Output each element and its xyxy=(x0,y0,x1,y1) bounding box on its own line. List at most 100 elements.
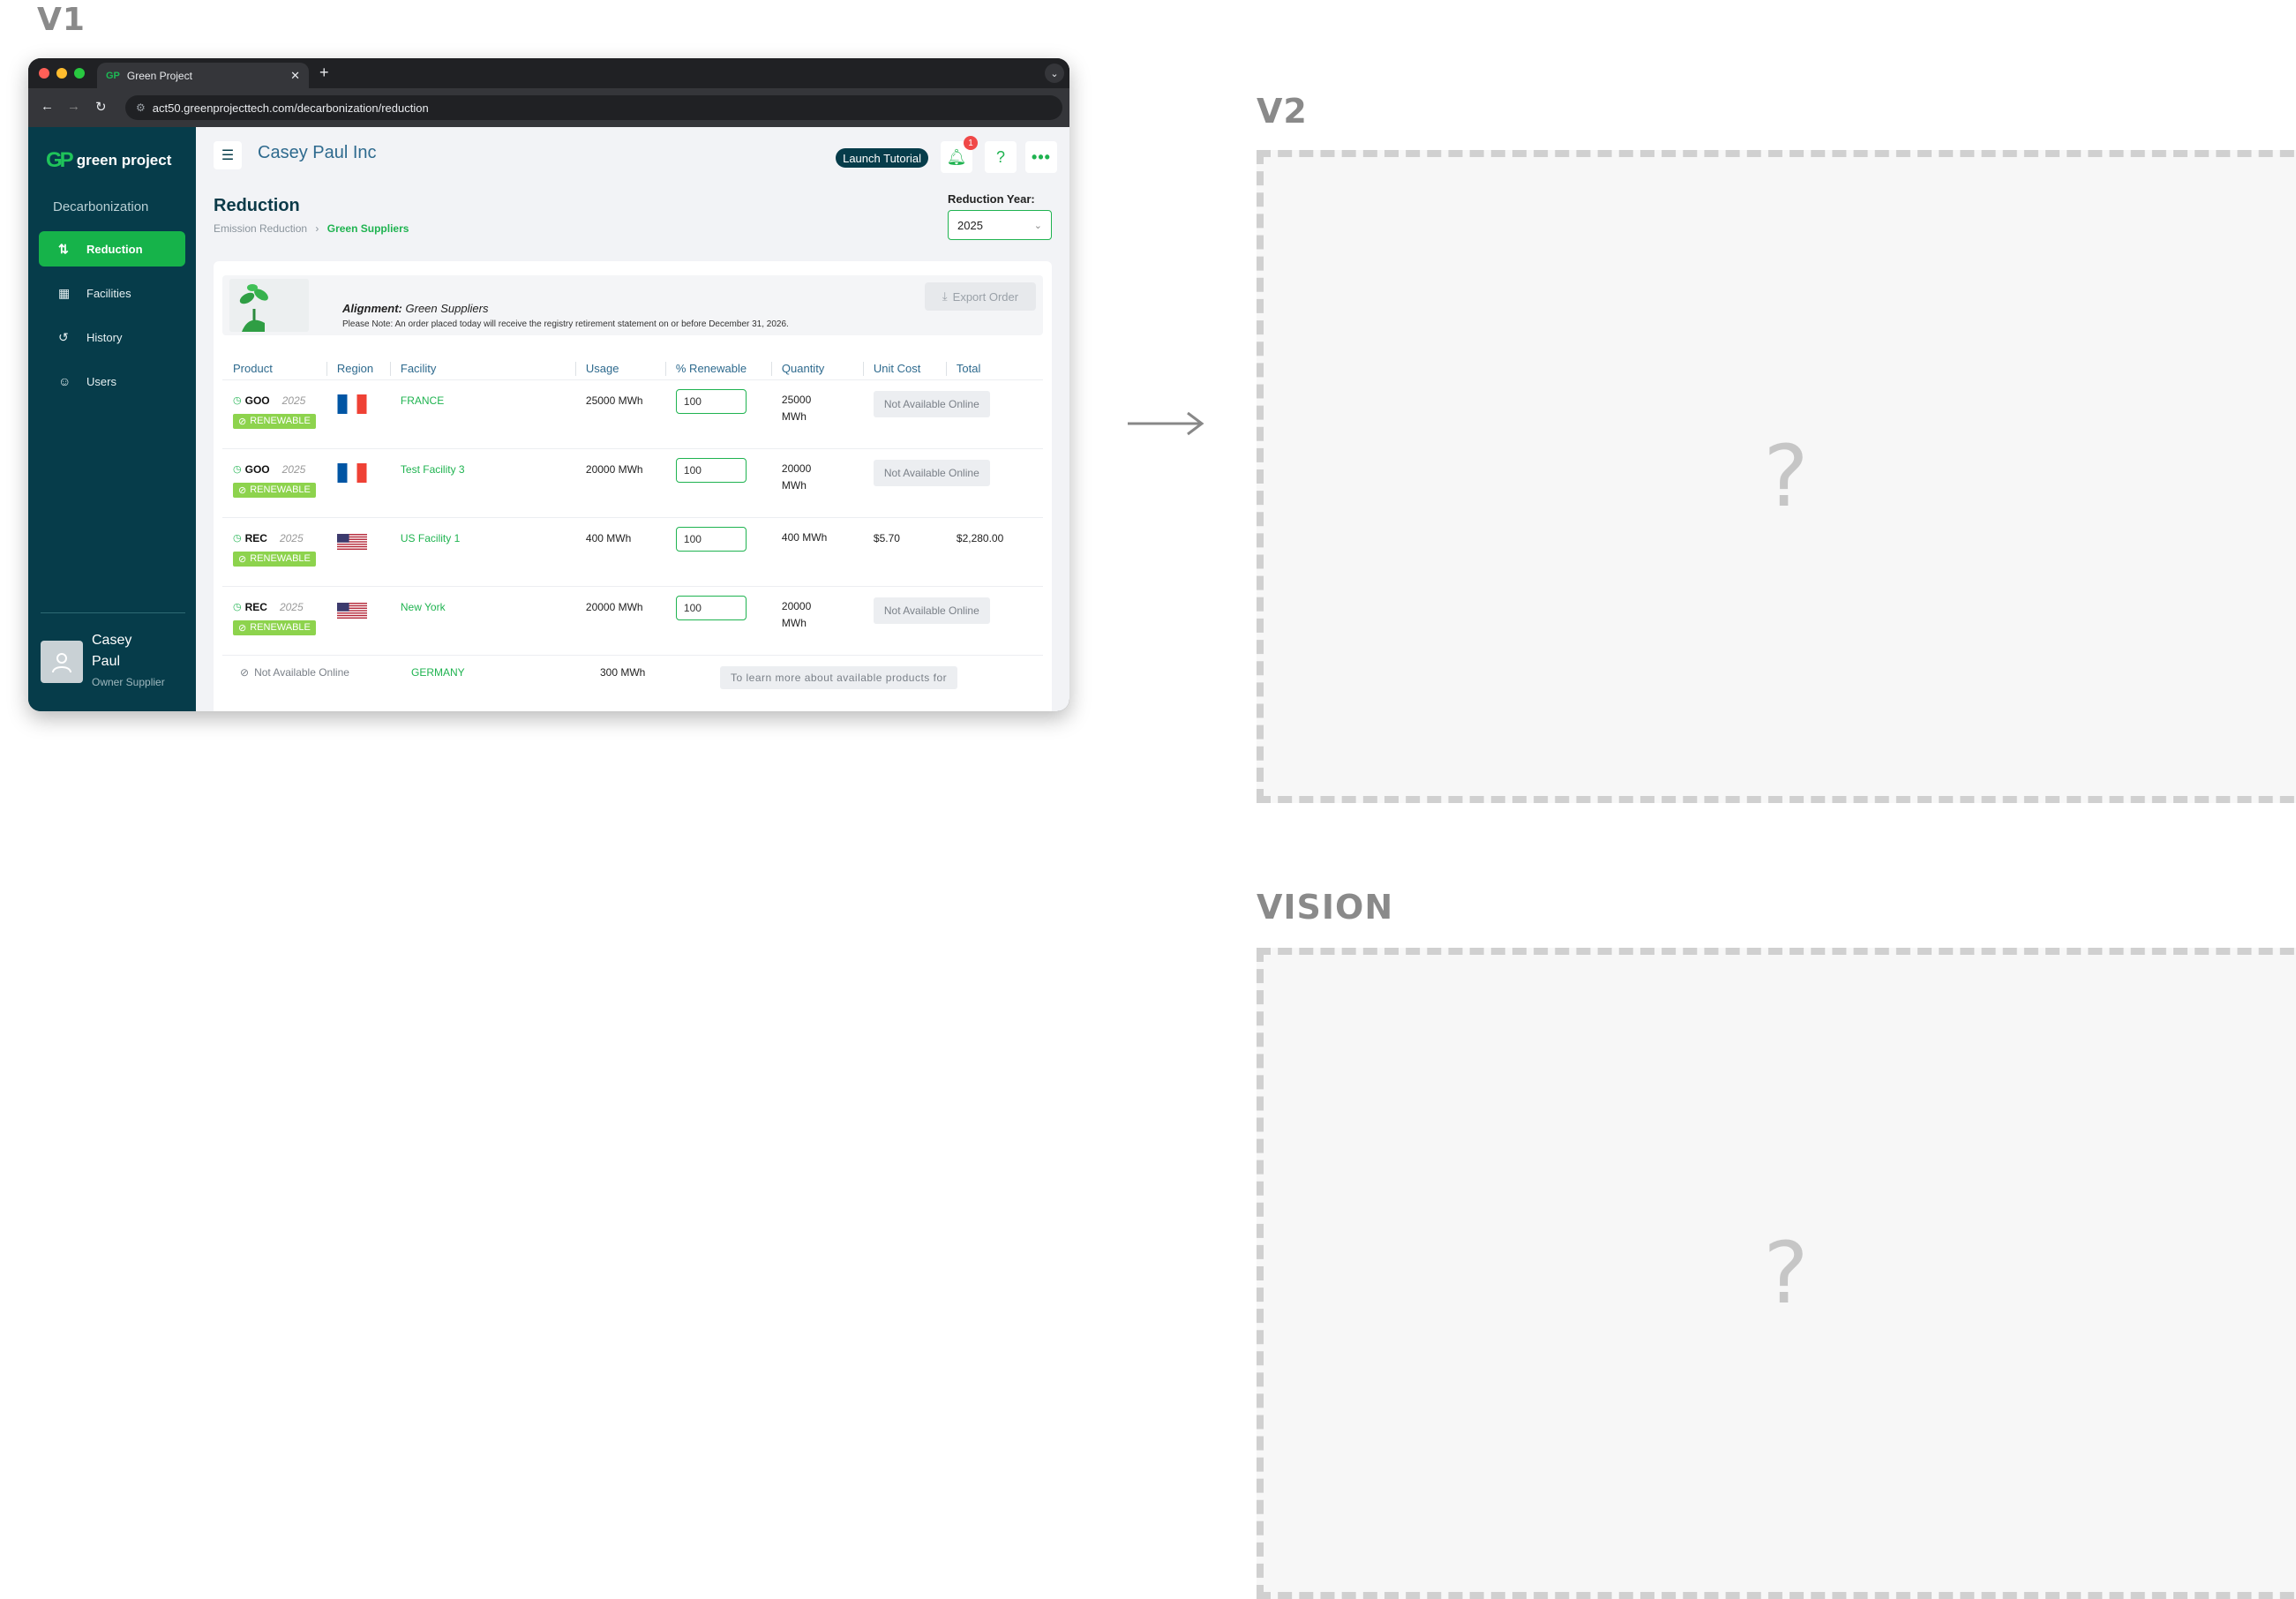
breadcrumb-emission-reduction[interactable]: Emission Reduction xyxy=(214,222,307,235)
avatar xyxy=(41,641,83,683)
sidebar-item-label: History xyxy=(86,330,123,344)
maximize-window-button[interactable] xyxy=(74,68,85,79)
col-renewable[interactable]: % Renewable xyxy=(664,358,771,379)
breadcrumb-separator-icon: › xyxy=(315,222,319,235)
chevron-down-icon: ⌄ xyxy=(1033,220,1042,231)
back-icon[interactable]: ← xyxy=(41,99,54,114)
menu-toggle-icon[interactable]: ☰ xyxy=(214,141,242,169)
sidebar: GP green project Decarbonization ⇅ Reduc… xyxy=(28,127,196,711)
leaf-icon: ⊘ xyxy=(238,484,247,496)
product-code: GOO xyxy=(244,394,270,407)
close-window-button[interactable] xyxy=(39,68,49,79)
canvas: V1 V2 VISION ? ? GP Green Project ✕ + ⌄ … xyxy=(0,0,2296,1599)
leaf-icon: ⊘ xyxy=(238,416,247,427)
col-total[interactable]: Total xyxy=(945,358,1043,379)
ban-icon: ⊘ xyxy=(240,666,250,679)
alignment-banner: Alignment: Green Suppliers Please Note: … xyxy=(222,275,1043,335)
cell-product: ◷ GOO 2025 ⊘ RENEWABLE xyxy=(222,447,326,517)
sidebar-item-reduction[interactable]: ⇅ Reduction xyxy=(39,231,185,266)
table-row: ◷ GOO 2025 ⊘ RENEWABLE FRANCE 25000 MWh … xyxy=(222,379,1043,448)
product-year: 2025 xyxy=(279,600,304,613)
tab-title: Green Project xyxy=(126,69,192,82)
learn-more-message: To learn more about available products f… xyxy=(720,666,958,689)
col-usage[interactable]: Usage xyxy=(574,358,665,379)
cell-usage: 20000 MWh xyxy=(574,447,665,517)
user-profile[interactable]: Casey Paul Owner Supplier xyxy=(41,630,165,688)
company-name: Casey Paul Inc xyxy=(258,143,377,162)
not-available-badge: Not Available Online xyxy=(873,459,990,486)
export-order-button[interactable]: ⤓ Export Order xyxy=(925,282,1036,311)
close-tab-icon[interactable]: ✕ xyxy=(290,69,300,83)
clock-icon: ◷ xyxy=(233,395,242,406)
forward-icon[interactable]: → xyxy=(67,99,80,114)
renewable-percent-input[interactable] xyxy=(675,457,747,483)
new-tab-icon[interactable]: + xyxy=(319,64,329,82)
reduction-year-select[interactable]: 2025 ⌄ xyxy=(948,210,1052,240)
reload-icon[interactable]: ↻ xyxy=(95,99,107,115)
logo-text: green project xyxy=(76,152,172,169)
building-icon: ▦ xyxy=(58,285,71,300)
col-product[interactable]: Product xyxy=(222,358,326,379)
renewable-badge: ⊘ RENEWABLE xyxy=(233,413,316,429)
arrow-right-icon xyxy=(1128,411,1204,436)
product-code: REC xyxy=(244,531,267,544)
vision-placeholder: ? xyxy=(1257,948,2296,1599)
site-settings-icon[interactable]: ⚙ xyxy=(136,101,146,114)
clock-icon: ◷ xyxy=(233,533,242,544)
v2-placeholder: ? xyxy=(1257,150,2296,803)
url-field[interactable]: ⚙ act50.greenprojecttech.com/decarboniza… xyxy=(125,95,1062,120)
renewable-badge: ⊘ RENEWABLE xyxy=(233,619,316,635)
col-unit-cost[interactable]: Unit Cost xyxy=(862,358,946,379)
top-bar: ☰ Casey Paul Inc Launch Tutorial 🔔︎ 1 ? … xyxy=(196,127,1069,191)
product-year: 2025 xyxy=(281,394,306,407)
minimize-window-button[interactable] xyxy=(56,68,67,79)
sidebar-section-decarbonization[interactable]: Decarbonization xyxy=(53,199,148,214)
cell-quantity: 25000 MWh xyxy=(770,379,863,448)
sidebar-item-label: Users xyxy=(86,374,116,388)
v1-label: V1 xyxy=(37,2,86,38)
launch-tutorial-button[interactable]: Launch Tutorial xyxy=(836,148,928,168)
product-year: 2025 xyxy=(279,531,304,544)
cell-usage: 400 MWh xyxy=(574,516,665,586)
renewable-percent-input[interactable] xyxy=(675,595,747,620)
table-row: ◷ REC 2025 ⊘ RENEWABLE xyxy=(222,516,1043,586)
france-flag-icon xyxy=(337,462,367,483)
leaf-icon: ⊘ xyxy=(238,622,247,634)
not-available-badge: Not Available Online xyxy=(873,390,990,417)
cell-product: ◷ GOO 2025 ⊘ RENEWABLE xyxy=(222,379,326,448)
cell-facility: FRANCE xyxy=(389,379,575,448)
facility-link[interactable]: Test Facility 3 xyxy=(401,463,465,476)
breadcrumb-green-suppliers: Green Suppliers xyxy=(326,222,409,235)
facility-link[interactable]: GERMANY xyxy=(411,666,465,679)
col-facility[interactable]: Facility xyxy=(389,358,575,379)
page-title: Reduction xyxy=(214,196,300,215)
cell-status: Not Available Online xyxy=(862,585,1043,655)
table-row-partial: ⊘ Not Available Online GERMANY 300 MWh To… xyxy=(222,655,1043,708)
logo[interactable]: GP green project xyxy=(46,148,171,173)
more-icon[interactable]: ••• xyxy=(1025,141,1057,173)
help-icon[interactable]: ? xyxy=(985,141,1017,173)
cell-renewable xyxy=(664,516,771,586)
reduction-icon: ⇅ xyxy=(58,241,69,256)
v2-label: V2 xyxy=(1257,92,1308,131)
browser-tab[interactable]: GP Green Project ✕ xyxy=(97,63,309,88)
sidebar-item-history[interactable]: ↺ History xyxy=(39,319,185,355)
sidebar-divider xyxy=(41,612,185,613)
col-region[interactable]: Region xyxy=(326,358,390,379)
col-quantity[interactable]: Quantity xyxy=(770,358,863,379)
sidebar-item-facilities[interactable]: ▦ Facilities xyxy=(39,275,185,311)
sidebar-item-users[interactable]: ☺ Users xyxy=(39,364,185,399)
leaf-icon: ⊘ xyxy=(238,553,247,565)
tab-menu-icon[interactable]: ⌄ xyxy=(1045,64,1064,83)
facility-link[interactable]: FRANCE xyxy=(401,394,444,407)
product-code: GOO xyxy=(244,462,270,476)
url-text: act50.greenprojecttech.com/decarbonizati… xyxy=(152,101,429,115)
facility-link[interactable]: New York xyxy=(401,601,446,613)
clock-icon: ◷ xyxy=(233,464,242,475)
renewable-percent-input[interactable] xyxy=(675,526,747,552)
renewable-badge: ⊘ RENEWABLE xyxy=(233,482,316,498)
facility-link[interactable]: US Facility 1 xyxy=(401,532,460,544)
cell-facility: Test Facility 3 xyxy=(389,447,575,517)
user-name: Casey Paul xyxy=(92,633,132,669)
renewable-percent-input[interactable] xyxy=(675,388,747,414)
